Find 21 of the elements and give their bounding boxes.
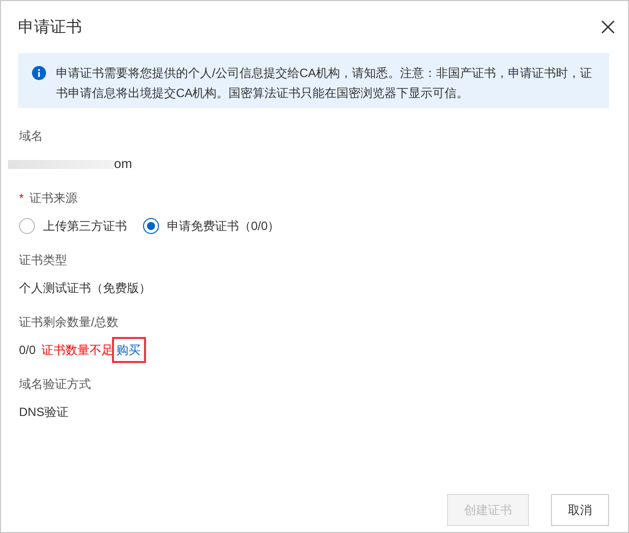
dialog-title: 申请证书 (18, 18, 82, 38)
radio-button[interactable] (19, 218, 35, 234)
notice-text: 申请证书需要将您提供的个人/公司信息提交给CA机构，请知悉。注意：非国产证书，申请证书时，证书申请信息将出境提交CA机构。国密算法证书只能在国密浏览器下显示可信。 (56, 65, 594, 102)
buy-link[interactable]: 购买 (114, 339, 144, 361)
radio-label[interactable]: 申请免费证书（0/0） (167, 216, 280, 236)
info-icon (32, 66, 46, 80)
field-label: 域名 (19, 128, 44, 145)
close-icon[interactable] (601, 20, 615, 34)
field-label: 域名验证方式 (19, 376, 92, 393)
count-value: 0/0 (19, 342, 36, 359)
radio-button[interactable] (143, 218, 159, 234)
type-value: 个人测试证书（免费版） (19, 280, 152, 297)
verification-value: DNS验证 (19, 404, 70, 421)
field-label: 证书类型 (19, 252, 68, 269)
field-label: 证书剩余数量/总数 (19, 314, 120, 331)
cancel-button[interactable]: 取消 (551, 494, 609, 526)
required-mark: * (19, 190, 24, 207)
radio-label[interactable]: 上传第三方证书 (43, 216, 127, 236)
warning-text: 证书数量不足 (42, 342, 114, 359)
field-label: 证书来源 (30, 190, 78, 207)
domain-value: om (114, 155, 132, 173)
